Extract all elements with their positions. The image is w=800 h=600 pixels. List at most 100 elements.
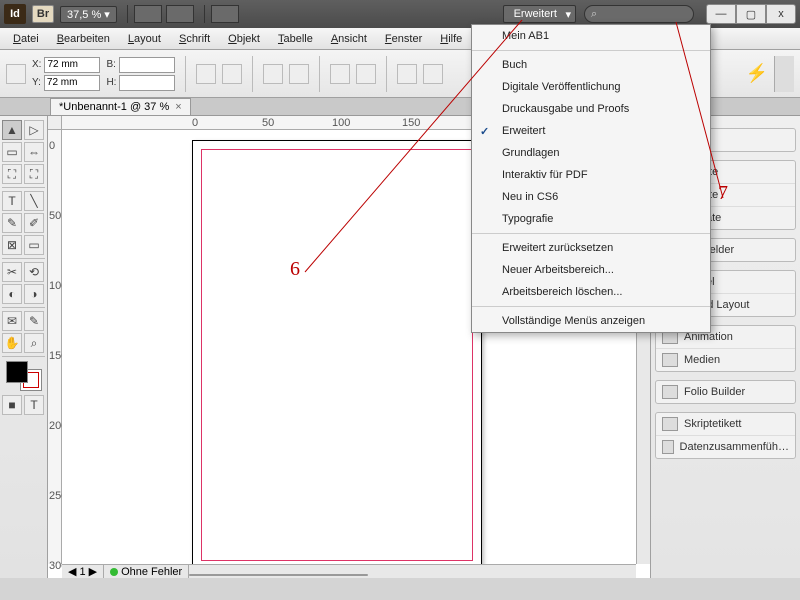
status-bar: ◀1 ▶ Ohne Fehler	[62, 564, 636, 578]
workspace-menu-item[interactable]: Vollständige Menüs anzeigen	[472, 310, 710, 332]
document-tab-close-icon[interactable]: ×	[175, 101, 181, 113]
document-tab-label: *Unbenannt-1 @ 37 %	[59, 101, 169, 113]
pencil-tool[interactable]: ✐	[24, 213, 44, 233]
panel-item[interactable]: Medien	[656, 349, 795, 371]
search-icon: ⌕	[591, 8, 597, 21]
screen-mode-icon[interactable]	[166, 5, 194, 23]
panel-icon	[662, 385, 678, 399]
reference-point-icon[interactable]	[6, 64, 26, 84]
workspace-menu-item[interactable]: Grundlagen	[472, 142, 710, 164]
direct-selection-tool[interactable]: ▷	[24, 120, 44, 140]
page-number[interactable]: 1	[79, 566, 85, 578]
zoom-tool[interactable]: ⌕	[24, 333, 44, 353]
workspace-menu-item[interactable]: Arbeitsbereich löschen...	[472, 281, 710, 303]
arrange-icon[interactable]	[211, 5, 239, 23]
menu-objekt[interactable]: Objekt	[219, 30, 269, 48]
workspace-menu-item[interactable]: Erweitert	[472, 120, 710, 142]
page-margin-guide	[201, 149, 473, 561]
note-tool[interactable]: ✉	[2, 311, 22, 331]
menu-layout[interactable]: Layout	[119, 30, 170, 48]
line-tool[interactable]: ╲	[24, 191, 44, 211]
quick-apply-icon[interactable]: ⚡	[746, 63, 768, 84]
workspace-menu-item[interactable]: Druckausgabe und Proofs	[472, 98, 710, 120]
stroke-icon[interactable]	[330, 64, 350, 84]
eyedropper-tool[interactable]: ✎	[24, 311, 44, 331]
y-input[interactable]	[44, 75, 100, 91]
h-label: H:	[106, 77, 116, 88]
workspace-menu-item[interactable]: Buch	[472, 54, 710, 76]
page-tool[interactable]: ▭	[2, 142, 22, 162]
hand-tool[interactable]: ✋	[2, 333, 22, 353]
panel-item[interactable]: Datenzusammenfüh…	[656, 436, 795, 458]
h-input[interactable]	[119, 75, 175, 91]
page-next-icon[interactable]: ▶	[89, 565, 97, 578]
scale-icon[interactable]	[196, 64, 216, 84]
panel-group: Skriptetikett Datenzusammenfüh…	[655, 412, 796, 459]
fx-icon[interactable]	[356, 64, 376, 84]
workspace-menu-item[interactable]: Neu in CS6	[472, 186, 710, 208]
transform-tool[interactable]: ⟲	[24, 262, 44, 282]
ruler-vertical[interactable]: 0 50 100 150 200 250 300	[48, 130, 62, 564]
corner-icon[interactable]	[423, 64, 443, 84]
view-options-icon[interactable]	[134, 5, 162, 23]
flip-h-icon[interactable]	[263, 64, 283, 84]
panel-item[interactable]: Skriptetikett	[656, 413, 795, 436]
workspace-menu-item[interactable]: Mein AB1	[472, 25, 710, 47]
panel-item[interactable]: Folio Builder	[656, 381, 795, 403]
menu-ansicht[interactable]: Ansicht	[322, 30, 376, 48]
type-tool[interactable]: T	[2, 191, 22, 211]
x-label: X:	[32, 59, 41, 70]
document-tab[interactable]: *Unbenannt-1 @ 37 % ×	[50, 98, 191, 115]
x-input[interactable]	[44, 57, 100, 73]
menu-datei[interactable]: Datei	[4, 30, 48, 48]
workspace-menu-item[interactable]: Typografie	[472, 208, 710, 230]
rectangle-frame-tool[interactable]: ⊠	[2, 235, 22, 255]
menu-bearbeiten[interactable]: Bearbeiten	[48, 30, 119, 48]
content-placer-tool[interactable]: ⛶	[24, 164, 44, 184]
panel-icon	[662, 440, 674, 454]
scissors-tool[interactable]: ✂	[2, 262, 22, 282]
pen-tool[interactable]: ✎	[2, 213, 22, 233]
workspace-switcher[interactable]: Erweitert	[503, 5, 576, 23]
preflight-status-icon	[110, 568, 118, 576]
search-input[interactable]: ⌕	[584, 5, 694, 23]
panel-group: Folio Builder	[655, 380, 796, 404]
workspace-menu-item[interactable]: Neuer Arbeitsbereich...	[472, 259, 710, 281]
workspace-menu-item[interactable]: Interaktiv für PDF	[472, 164, 710, 186]
rotate-icon[interactable]	[222, 64, 242, 84]
ruler-origin[interactable]	[48, 116, 62, 130]
workspace-menu-item[interactable]: Erweitert zurücksetzen	[472, 237, 710, 259]
page[interactable]	[192, 140, 482, 570]
toolbox: ▲▷ ▭⇔ ⛶⛶ T╲ ✎✐ ⊠▭ ✂⟲ ◐◑ ✉✎ ✋⌕ ■T	[0, 116, 48, 578]
zoom-dropdown[interactable]: 37,5 %	[60, 6, 117, 23]
close-button[interactable]: x	[766, 4, 796, 24]
menu-schrift[interactable]: Schrift	[170, 30, 219, 48]
workspace-menu-item[interactable]: Digitale Veröffentlichung	[472, 76, 710, 98]
maximize-button[interactable]: ▢	[736, 4, 766, 24]
gradient-swatch-tool[interactable]: ◐	[2, 284, 22, 304]
selection-tool[interactable]: ▲	[2, 120, 22, 140]
menu-tabelle[interactable]: Tabelle	[269, 30, 322, 48]
textwrap-icon[interactable]	[397, 64, 417, 84]
gradient-feather-tool[interactable]: ◑	[24, 284, 44, 304]
flip-v-icon[interactable]	[289, 64, 309, 84]
bridge-icon[interactable]: Br	[32, 5, 54, 23]
rectangle-tool[interactable]: ▭	[24, 235, 44, 255]
gap-tool[interactable]: ⇔	[24, 142, 44, 162]
menu-hilfe[interactable]: Hilfe	[431, 30, 471, 48]
panel-icon	[662, 417, 678, 431]
preflight-label[interactable]: Ohne Fehler	[121, 566, 182, 578]
menu-fenster[interactable]: Fenster	[376, 30, 431, 48]
w-input[interactable]	[119, 57, 175, 73]
panel-label: Folio Builder	[684, 386, 745, 398]
fill-stroke-swatch[interactable]	[6, 361, 42, 391]
content-collector-tool[interactable]: ⛶	[2, 164, 22, 184]
control-menu-icon[interactable]	[774, 56, 794, 92]
apply-color-icon[interactable]: ■	[2, 395, 22, 415]
minimize-button[interactable]: —	[706, 4, 736, 24]
panel-icon	[662, 353, 678, 367]
y-label: Y:	[32, 77, 41, 88]
apply-none-icon[interactable]: T	[24, 395, 44, 415]
panel-label: Skriptetikett	[684, 418, 741, 430]
page-prev-icon[interactable]: ◀	[68, 565, 76, 578]
